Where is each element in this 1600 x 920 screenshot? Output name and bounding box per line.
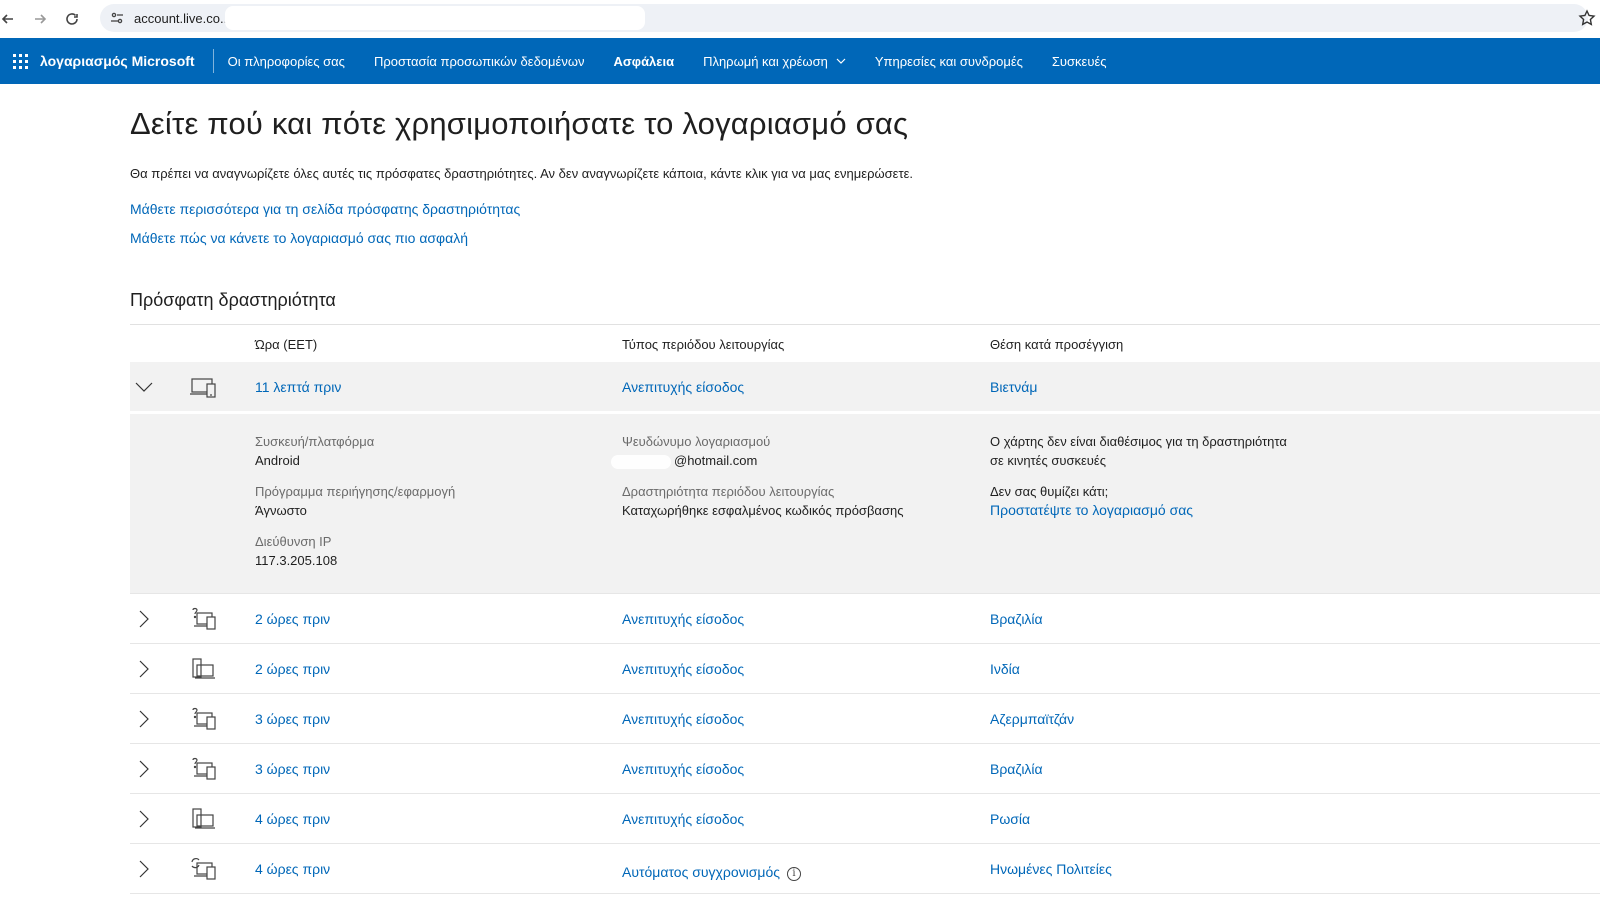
row-time[interactable]: 4 ώρες πριν: [255, 861, 330, 877]
row-time[interactable]: 3 ώρες πριν: [255, 761, 330, 777]
alias-label: Ψευδώνυμο λογαριασμού: [622, 434, 771, 449]
row-location[interactable]: Αζερμπαϊτζάν: [990, 711, 1074, 727]
table-row-expanded[interactable]: 11 λεπτά πριν Ανεπιτυχής είσοδος Βιετνάμ: [130, 362, 1600, 414]
row-time[interactable]: 2 ώρες πριν: [255, 661, 330, 677]
map-unavailable-line2: σε κινητές συσκευές: [990, 453, 1106, 468]
table-row[interactable]: 2 ώρες πριν Ανεπιτυχής είσοδος Βραζιλία: [130, 594, 1600, 644]
browser-label: Πρόγραμμα περιήγησης/εφαρμογή: [255, 484, 456, 499]
unknown-device-icon: [192, 757, 216, 780]
device-label: Συσκευή/πλατφόρμα: [255, 434, 375, 449]
nav-item-services[interactable]: Υπηρεσίες και συνδρομές: [875, 54, 1023, 69]
table-row[interactable]: 3 ώρες πριν Ανεπιτυχής είσοδος Βραζιλία: [130, 744, 1600, 794]
row-location[interactable]: Βραζιλία: [990, 761, 1043, 777]
bookmark-star-icon[interactable]: [1578, 9, 1596, 27]
nav-item-devices[interactable]: Συσκευές: [1052, 54, 1107, 69]
redacted-area: [225, 6, 645, 30]
nav-item-payment[interactable]: Πληρωμή και χρέωση: [703, 54, 846, 69]
arrow-right-icon: [35, 14, 47, 24]
redacted-area: [611, 455, 671, 469]
nav-item-payment-label: Πληρωμή και χρέωση: [703, 53, 828, 69]
chevron-right-icon[interactable]: [135, 810, 153, 828]
row-location[interactable]: Ηνωμένες Πολιτείες: [990, 861, 1112, 877]
chevron-right-icon[interactable]: [135, 760, 153, 778]
chevron-down-icon[interactable]: [135, 378, 153, 396]
address-bar[interactable]: account.live.co..: [100, 4, 1588, 32]
learn-more-link[interactable]: Μάθετε περισσότερα για τη σελίδα πρόσφατ…: [130, 201, 520, 217]
row-time[interactable]: 4 ώρες πριν: [255, 811, 330, 827]
nav-item-your-info[interactable]: Οι πληροφορίες σας: [228, 54, 345, 69]
table-row[interactable]: 3 ώρες πριν Ανεπιτυχής είσοδος Αζερμπαϊτ…: [130, 694, 1600, 744]
info-icon[interactable]: i: [786, 867, 801, 881]
account-nav-bar: λογαριασμός Microsoft Οι πληροφορίες σας…: [0, 38, 1600, 84]
not-recognized-text: Δεν σας θυμίζει κάτι;: [990, 484, 1109, 499]
chevron-right-icon[interactable]: [135, 610, 153, 628]
row-location[interactable]: Βραζιλία: [990, 611, 1043, 627]
row-session-type[interactable]: Ανεπιτυχής είσοδος: [622, 761, 744, 777]
forward-button[interactable]: [24, 3, 56, 35]
sync-device-icon: [191, 858, 216, 880]
chevron-down-icon: [836, 58, 846, 64]
header-time: Ώρα (EET): [255, 337, 318, 352]
map-unavailable-line1: Ο χάρτης δεν είναι διαθέσιμος για τη δρα…: [990, 434, 1287, 449]
table-row[interactable]: 4 ώρες πριν Ανεπιτυχής είσοδος Ρωσία: [130, 794, 1600, 844]
activity-details-panel: Συσκευή/πλατφόρμα Android Πρόγραμμα περι…: [130, 414, 1600, 594]
header-session-type: Τύπος περιόδου λειτουργίας: [622, 337, 785, 352]
activity-value: Καταχωρήθηκε εσφαλμένος κωδικός πρόσβαση…: [622, 503, 904, 518]
secure-account-link[interactable]: Μάθετε πώς να κάνετε το λογαριασμό σας π…: [130, 230, 468, 246]
desktop-phone-icon: [192, 808, 215, 829]
row-time[interactable]: 2 ώρες πριν: [255, 611, 330, 627]
table-row[interactable]: 4 ώρες πριν Αυτόματος συγχρονισμός i Ηνωμ…: [130, 844, 1600, 894]
nav-item-security[interactable]: Ασφάλεια: [613, 54, 674, 69]
alias-value: @hotmail.com: [674, 453, 758, 468]
page-description: Θα πρέπει να αναγνωρίζετε όλες αυτές τις…: [130, 166, 913, 181]
row-time[interactable]: 11 λεπτά πριν: [255, 379, 341, 395]
chevron-right-icon[interactable]: [135, 710, 153, 728]
browser-value: Άγνωστο: [255, 503, 307, 518]
row-location[interactable]: Ρωσία: [990, 811, 1030, 827]
row-time[interactable]: 3 ώρες πριν: [255, 711, 330, 727]
table-header: Ώρα (EET) Τύπος περιόδου λειτουργίας Θέσ…: [130, 324, 1600, 362]
waffle-icon: [12, 53, 28, 69]
row-session-type[interactable]: Ανεπιτυχής είσοδος: [622, 611, 744, 627]
activity-table: Ώρα (EET) Τύπος περιόδου λειτουργίας Θέσ…: [130, 324, 1600, 894]
arrow-left-icon: [1, 14, 13, 24]
row-session-type[interactable]: Ανεπιτυχής είσοδος: [622, 661, 744, 677]
row-session-type[interactable]: Ανεπιτυχής είσοδος: [622, 811, 744, 827]
row-session-type[interactable]: Ανεπιτυχής είσοδος: [622, 379, 744, 395]
back-button[interactable]: [0, 3, 24, 35]
browser-toolbar: account.live.co..: [0, 0, 1600, 38]
app-launcher-button[interactable]: [0, 38, 40, 84]
ip-value: 117.3.205.108: [255, 553, 338, 568]
activity-label: Δραστηριότητα περιόδου λειτουργίας: [622, 484, 835, 499]
unknown-device-icon: [192, 607, 216, 630]
site-settings-icon[interactable]: [110, 11, 124, 25]
page-title: Δείτε πού και πότε χρησιμοποιήσατε το λο…: [130, 106, 909, 141]
url-text: account.live.co..: [134, 10, 228, 26]
desktop-phone-icon: [192, 658, 215, 679]
device-value: Android: [255, 453, 300, 468]
row-session-type[interactable]: Ανεπιτυχής είσοδος: [622, 711, 744, 727]
reload-icon: [66, 13, 78, 25]
nav-item-privacy[interactable]: Προστασία προσωπικών δεδομένων: [374, 54, 585, 69]
row-location[interactable]: Ινδία: [990, 661, 1020, 677]
ip-label: Διεύθυνση IP: [255, 534, 332, 549]
unknown-device-icon: [192, 707, 216, 730]
chevron-right-icon[interactable]: [135, 660, 153, 678]
chevron-right-icon[interactable]: [135, 860, 153, 878]
row-location[interactable]: Βιετνάμ: [990, 379, 1037, 395]
reload-button[interactable]: [56, 3, 88, 35]
header-location: Θέση κατά προσέγγιση: [990, 337, 1124, 352]
laptop-phone-icon: [190, 378, 216, 398]
table-row[interactable]: 2 ώρες πριν Ανεπιτυχής είσοδος Ινδία: [130, 644, 1600, 694]
section-title: Πρόσφατη δραστηριότητα: [130, 290, 336, 310]
brand-link[interactable]: λογαριασμός Microsoft: [40, 49, 214, 73]
row-session-type[interactable]: Αυτόματος συγχρονισμός i: [622, 864, 801, 881]
row-session-type-label: Αυτόματος συγχρονισμός: [622, 864, 780, 880]
protect-account-link[interactable]: Προστατέψτε το λογαριασμό σας: [990, 502, 1193, 518]
